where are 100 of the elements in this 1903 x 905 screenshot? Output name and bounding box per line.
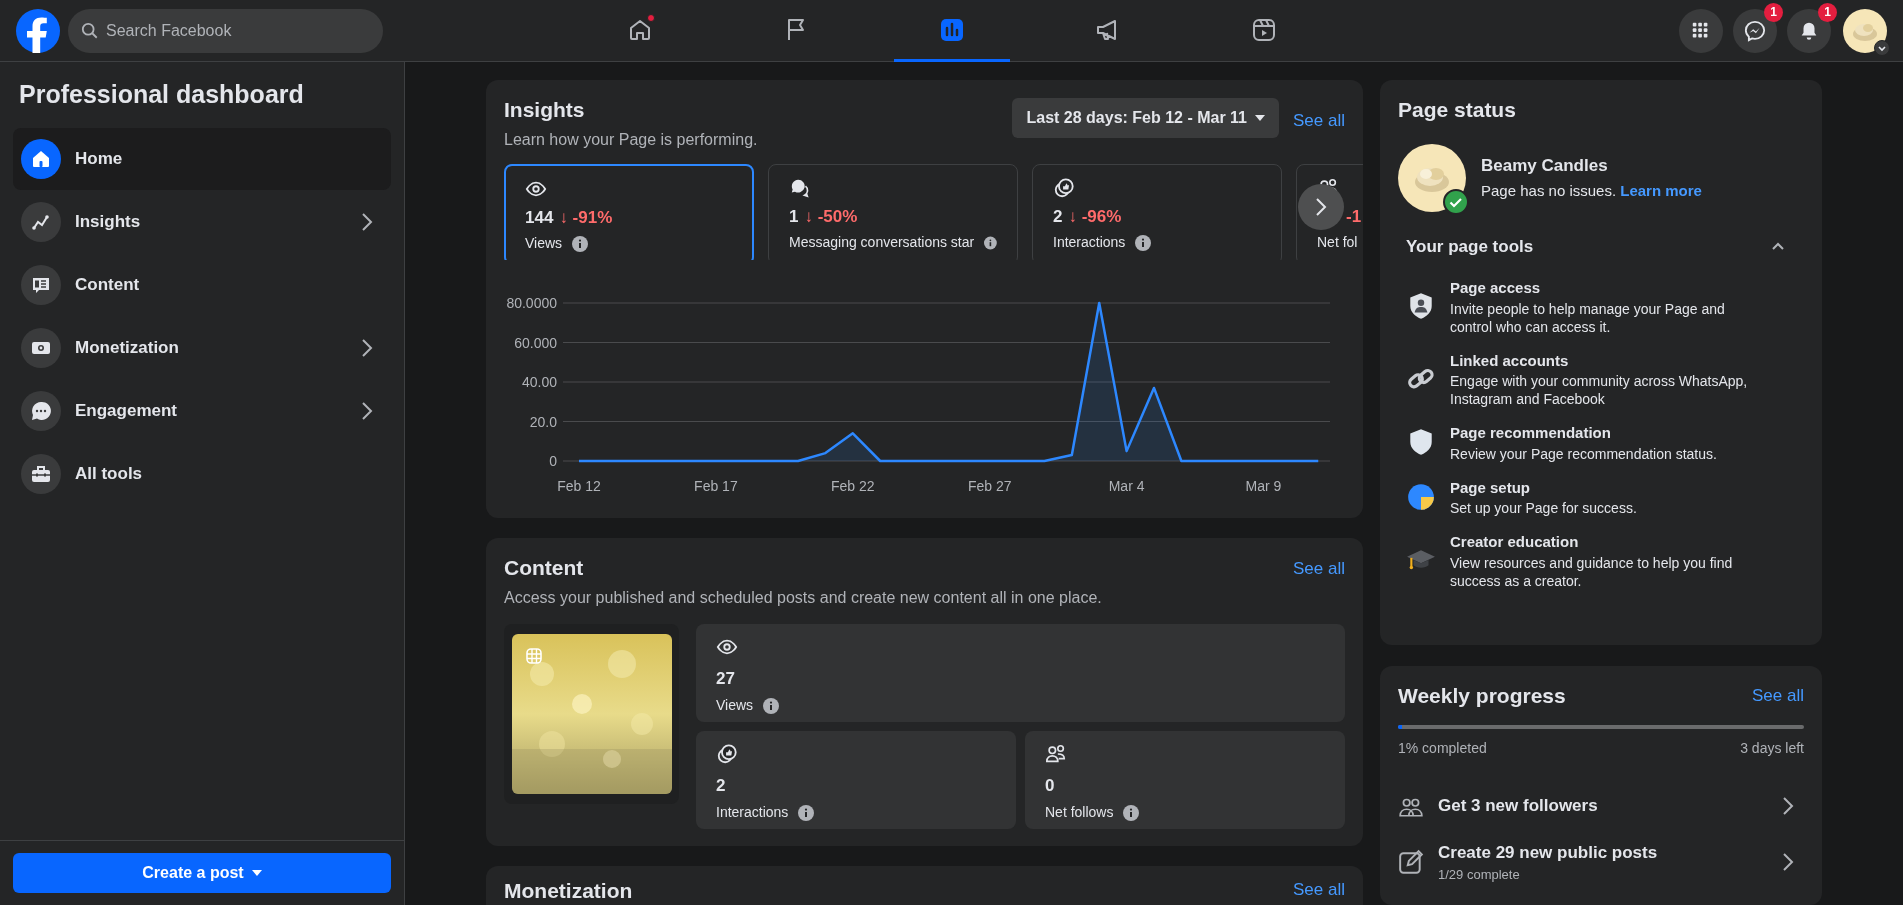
stat-value: 0: [1045, 774, 1056, 797]
notification-badge: 1: [1764, 2, 1783, 22]
axis-label: Mar 9: [1245, 478, 1282, 494]
messenger-icon: [1744, 19, 1766, 42]
metric-label: Interactions: [1053, 233, 1126, 252]
days-left-text: 3 days left: [1740, 739, 1804, 758]
page-tool-item[interactable]: Linked accounts Engage with your community across WhatsApp, Instagram and Facebook: [1406, 349, 1796, 408]
page-tool-item[interactable]: Page access Invite people to help manage your Page and control who can access it.: [1406, 277, 1796, 336]
stat-value: 27: [716, 667, 736, 690]
messenger-button[interactable]: [1733, 8, 1777, 53]
info-icon: [572, 235, 589, 252]
tool-description: Engage with your community across WhatsApp, Instagram and Facebook: [1450, 372, 1749, 408]
page-tool-item[interactable]: Page setup Set up your Page for success.: [1406, 476, 1796, 517]
task-detail: 1/29 complete: [1438, 866, 1521, 884]
metric-card[interactable]: 1 ↓ -50% Messaging conversations star: [768, 163, 1018, 260]
stat-value: 2: [716, 774, 727, 797]
section-title: Your page tools: [1406, 235, 1534, 258]
content-icon: [21, 264, 61, 305]
toolbox-icon: [21, 453, 61, 494]
tool-description: Invite people to help manage your Page and control who can access it.: [1450, 299, 1726, 336]
tool-title: Creator education: [1450, 532, 1580, 552]
notification-badge: 1: [1818, 2, 1837, 22]
page-tool-item[interactable]: Page recommendation Review your Page recommendation status.: [1406, 422, 1796, 463]
thumbs-up-circle-icon: [1053, 176, 1075, 199]
chat-bubble-icon: [21, 390, 61, 431]
axis-label: Feb 17: [694, 478, 738, 494]
thumbs-up-circle-icon: [716, 742, 738, 765]
logo-icon[interactable]: [16, 8, 60, 53]
next-button[interactable]: [1298, 183, 1344, 230]
caret-icon: [1255, 115, 1265, 121]
grid-icon: [525, 647, 542, 664]
metric-change: ↓ -50%: [804, 205, 858, 228]
tool-title: Page access: [1450, 278, 1542, 298]
metric-card[interactable]: 144 ↓ -91% Views: [504, 163, 754, 260]
profile-button[interactable]: [1843, 8, 1887, 53]
progress-text: 1% completed: [1398, 739, 1487, 758]
tool-title: Page setup: [1450, 477, 1532, 498]
axis-label: 80.0000: [506, 295, 557, 311]
card-title: Content: [504, 555, 585, 581]
home-icon: [21, 138, 61, 179]
search-icon: [81, 21, 99, 40]
tool-description: Review your Page recommendation status.: [1450, 444, 1717, 463]
metric-change: ↓ -96%: [1068, 205, 1122, 228]
card-title: Insights: [504, 97, 586, 123]
bar-chart-icon: [939, 16, 965, 43]
axis-label: Feb 12: [557, 478, 601, 494]
page-tool-item[interactable]: Creator education View resources and guidance to help you find success as a creator.: [1406, 531, 1796, 590]
bell-button[interactable]: [1787, 8, 1831, 53]
tool-title: Page recommendation: [1450, 423, 1612, 443]
page-status-text: Page has no issues. Learn more: [1481, 181, 1702, 201]
card-title: Monetization: [504, 877, 633, 904]
info-icon: [1123, 804, 1140, 821]
card-subtitle: Learn how your Page is performing.: [504, 129, 758, 150]
stat-label: Net follows: [1045, 803, 1114, 822]
create-post-button[interactable]: Create a post: [13, 853, 391, 893]
task-item[interactable]: Get 3 new followers: [1398, 783, 1804, 829]
stat-label: Interactions: [716, 803, 789, 822]
axis-label: 60.000: [514, 334, 557, 351]
info-icon: [798, 804, 815, 821]
metric-label: Views: [525, 234, 563, 253]
task-title: Create 29 new public posts: [1438, 841, 1658, 864]
tool-description: Set up your Page for success.: [1450, 499, 1637, 517]
axis-label: 0: [549, 453, 557, 469]
task-item[interactable]: Create 29 new public posts 1/29 complete: [1398, 839, 1804, 885]
pie-icon: [1406, 481, 1436, 512]
date-range-dropdown[interactable]: Last 28 days: Feb 12 - Mar 11: [1012, 98, 1279, 138]
metric-card[interactable]: 2 ↓ -96% Interactions: [1032, 163, 1282, 260]
caret-icon: [251, 870, 262, 876]
learn-more-link[interactable]: Learn more: [1620, 182, 1702, 199]
chevron-right-icon: [1782, 796, 1794, 816]
sidebar-item[interactable]: All tools: [13, 442, 391, 505]
sidebar-item[interactable]: Home: [13, 127, 391, 190]
card-title: Page status: [1398, 97, 1517, 123]
video-icon: [1251, 16, 1277, 43]
people-icon: [1045, 742, 1067, 765]
see-all-link[interactable]: See all: [1752, 682, 1804, 708]
see-all-link[interactable]: See all: [1293, 876, 1345, 902]
tool-description: View resources and guidance to help you find success as a creator.: [1450, 553, 1734, 590]
menu-button[interactable]: [1679, 8, 1723, 53]
chevron-right-icon: [1315, 197, 1327, 216]
sidebar-item[interactable]: Monetization: [13, 316, 391, 379]
sidebar-title: Professional dashboard: [18, 79, 305, 110]
stat-label: Views: [716, 696, 754, 715]
page-name: Beamy Candles: [1481, 154, 1609, 177]
axis-label: 20.0: [529, 413, 557, 430]
sidebar-item[interactable]: Content: [13, 253, 391, 316]
see-all-link[interactable]: See all: [1293, 556, 1345, 582]
caret-icon: [1874, 39, 1890, 56]
search-field[interactable]: Search Facebook: [68, 8, 383, 53]
sidebar-item[interactable]: Engagement: [13, 379, 391, 442]
tool-title: Linked accounts: [1450, 350, 1570, 371]
metric-change: -1: [1346, 205, 1362, 228]
info-icon: [1135, 234, 1152, 251]
pencil-square-icon: [1398, 849, 1424, 875]
see-all-link[interactable]: See all: [1293, 108, 1345, 134]
metric-value: 144: [525, 206, 554, 229]
metric-label: Net fol: [1317, 233, 1358, 252]
sidebar-item[interactable]: Insights: [13, 190, 391, 253]
metric-label: Messaging conversations star: [789, 233, 975, 252]
axis-label: Feb 22: [831, 478, 875, 494]
